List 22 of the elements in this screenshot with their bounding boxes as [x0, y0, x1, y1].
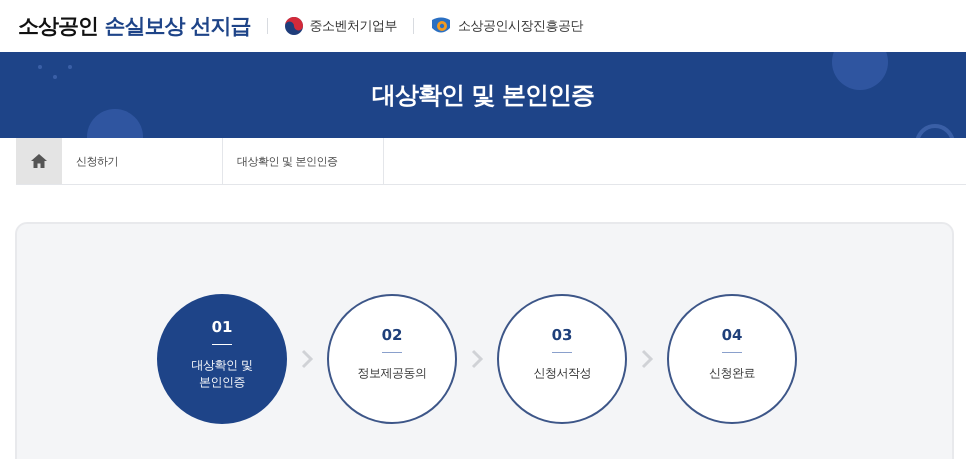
step-label: 신청완료: [709, 365, 755, 382]
decorative-dots: [38, 65, 72, 79]
page-title: 대상확인 및 본인인증: [372, 80, 594, 111]
chevron-icon: [641, 349, 653, 369]
step-number: 02: [382, 326, 402, 344]
step-number: 01: [212, 318, 232, 336]
breadcrumb-item[interactable]: 대상확인 및 본인인증: [223, 138, 384, 184]
step-number: 04: [722, 326, 742, 344]
breadcrumb-item[interactable]: 신청하기: [62, 138, 223, 184]
home-icon: [31, 154, 47, 168]
step-label: 신청서작성: [533, 365, 591, 382]
step-label: 정보제공동의: [358, 365, 426, 382]
home-button[interactable]: [16, 138, 62, 184]
chevron-icon: [471, 349, 483, 369]
emblem-icon: [284, 16, 304, 36]
step-label: 대상확인 및 본인인증: [192, 357, 252, 390]
decorative-ring: [915, 124, 955, 138]
agency-name[interactable]: 소상공인시장진흥공단: [458, 17, 584, 35]
ministry-name[interactable]: 중소벤처기업부: [310, 17, 398, 35]
site-title[interactable]: 소상공인 손실보상 선지급: [18, 12, 251, 40]
chevron-icon: [301, 349, 313, 369]
step-number: 03: [552, 326, 572, 344]
